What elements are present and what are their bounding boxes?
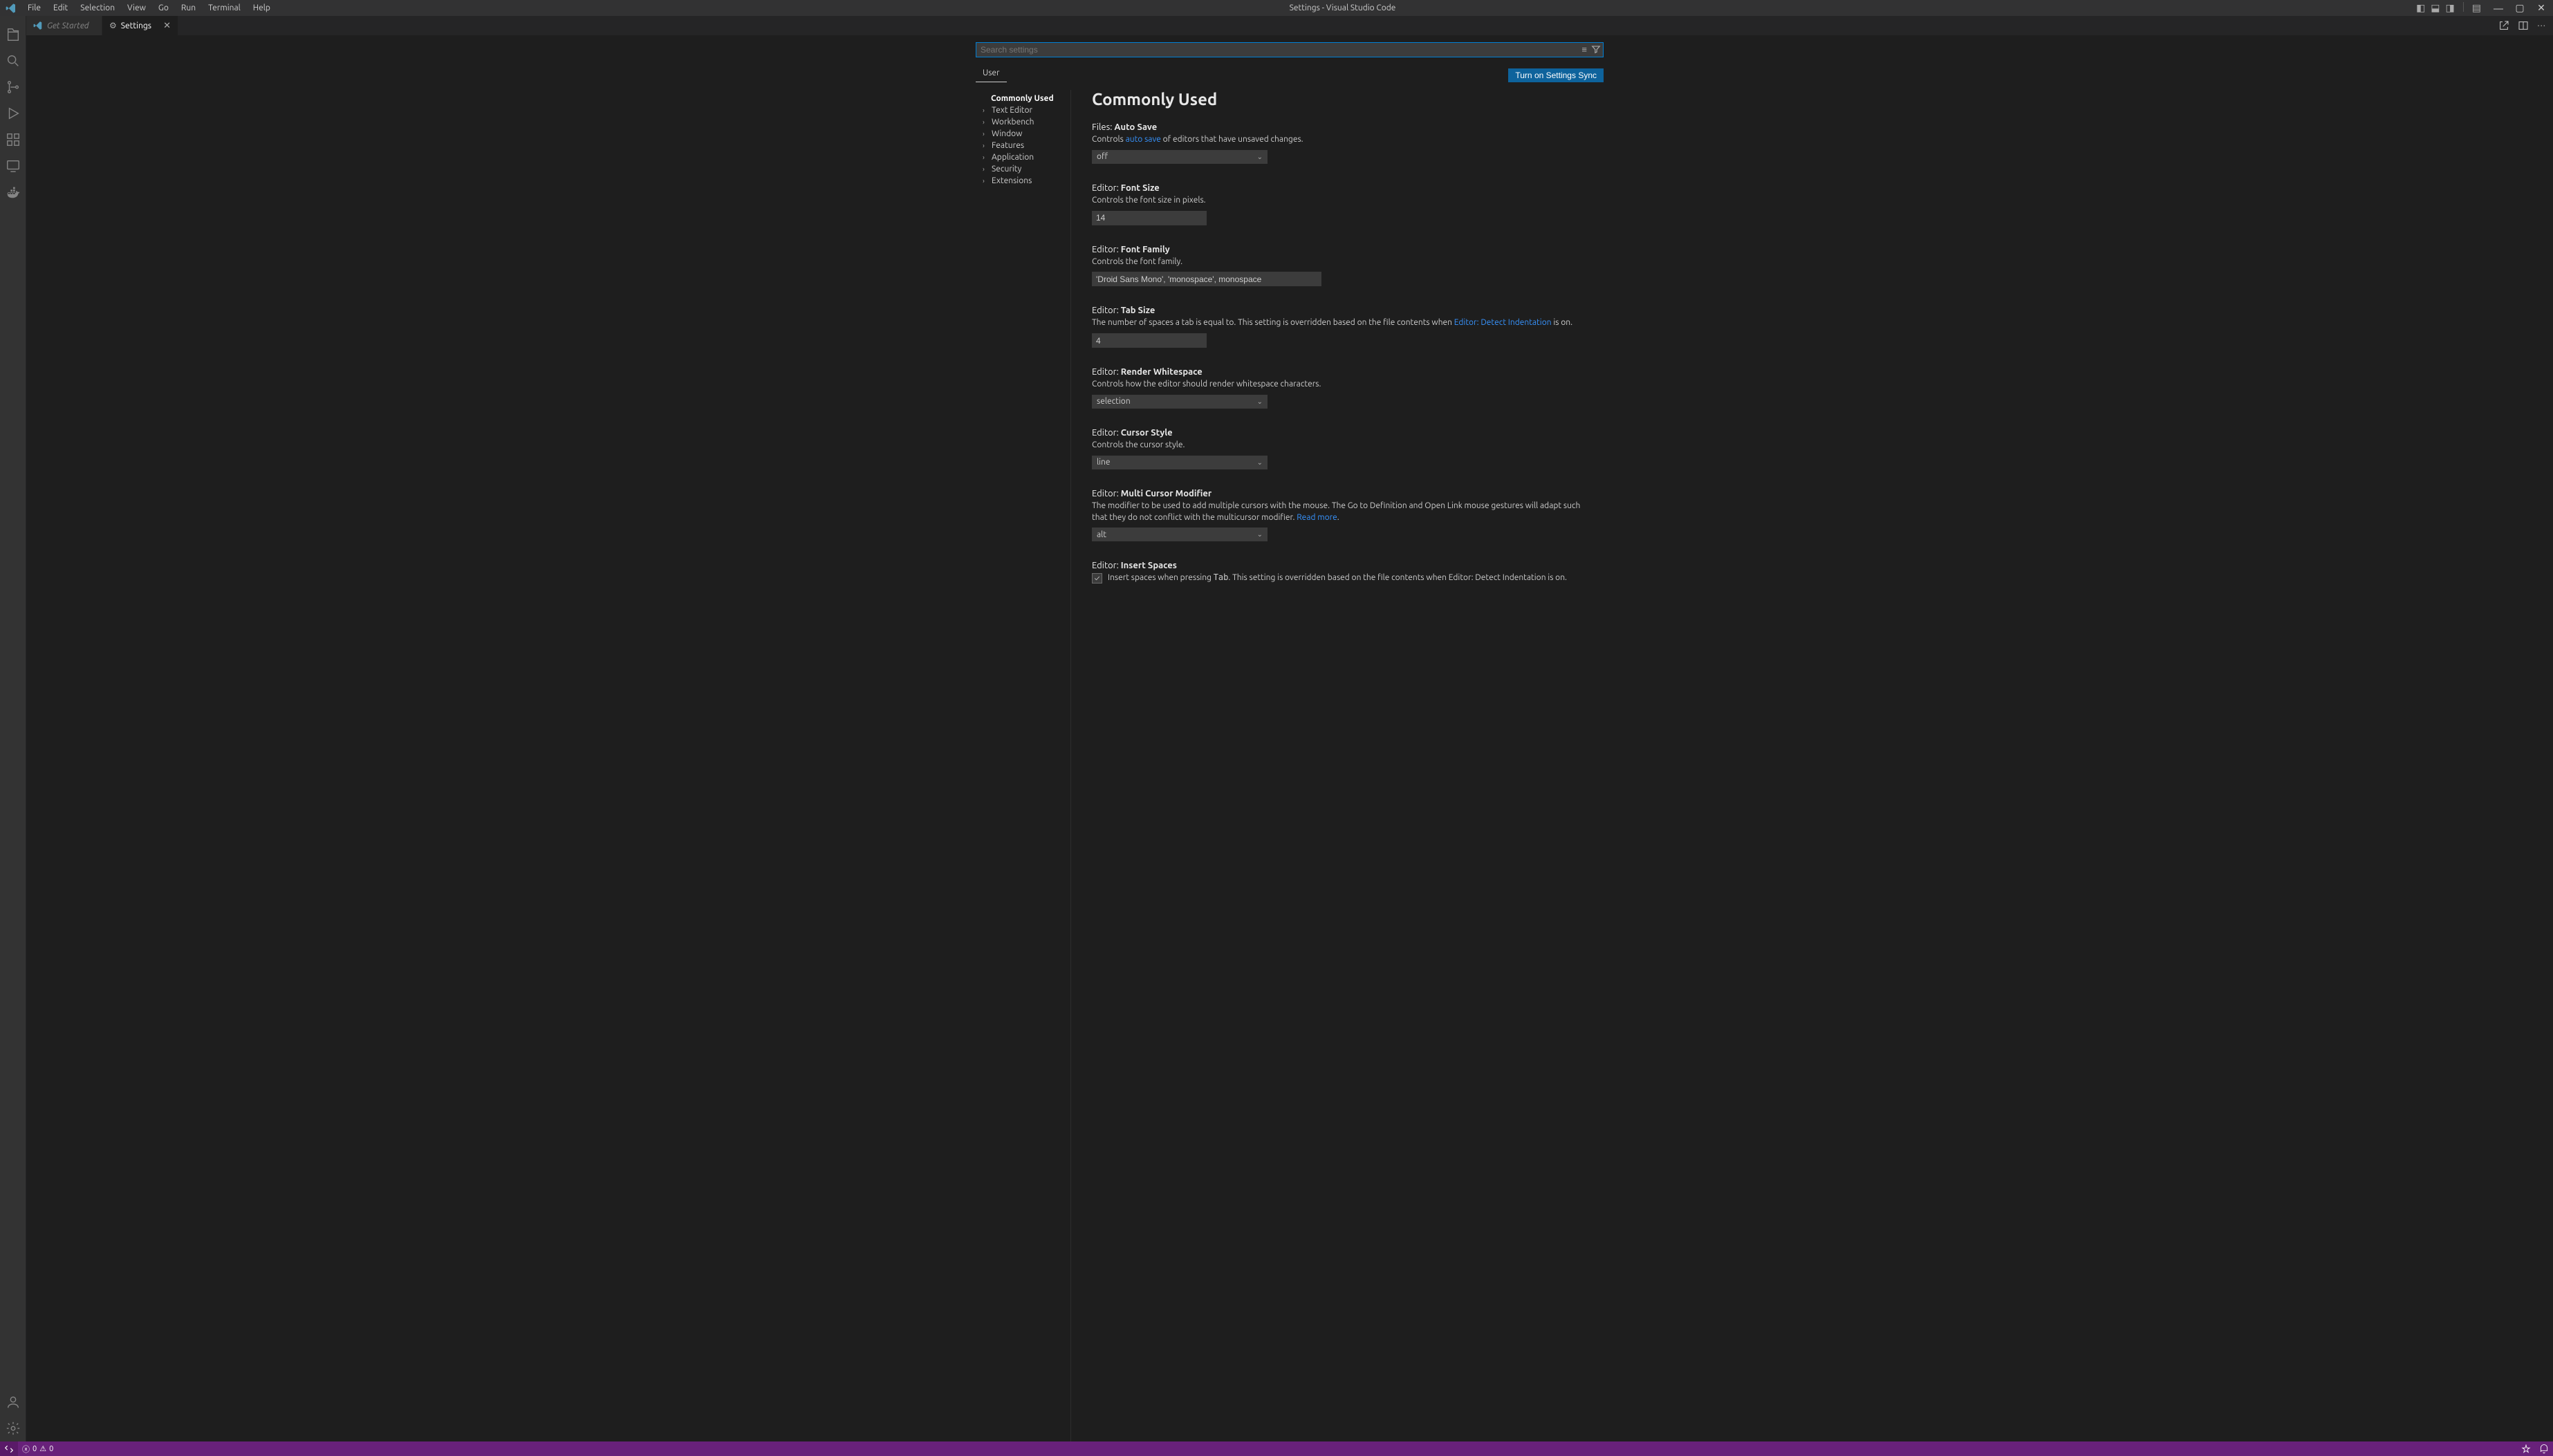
menu-terminal[interactable]: Terminal bbox=[203, 1, 246, 15]
minimize-button[interactable]: — bbox=[2488, 1, 2509, 16]
toc-extensions[interactable]: ›Extensions bbox=[976, 175, 1066, 187]
autosave-dropdown[interactable]: off⌄ bbox=[1092, 150, 1268, 164]
filter-icon[interactable] bbox=[1591, 44, 1601, 55]
readmore-link[interactable]: Read more bbox=[1297, 513, 1337, 522]
tab-settings[interactable]: ⚙ Settings ✕ bbox=[102, 16, 178, 35]
insertspaces-checkbox[interactable]: ✓ bbox=[1092, 573, 1102, 584]
search-icon[interactable] bbox=[0, 48, 26, 74]
menu-file[interactable]: File bbox=[22, 1, 46, 15]
run-debug-icon[interactable] bbox=[0, 100, 26, 127]
settings-gear-icon[interactable] bbox=[0, 1415, 26, 1441]
toggle-primary-sidebar-icon[interactable]: ◧ bbox=[2416, 2, 2425, 14]
settings-icon: ⚙ bbox=[109, 21, 117, 30]
menu-help[interactable]: Help bbox=[248, 1, 276, 15]
problems-status[interactable]: ⓧ0 ⚠0 bbox=[18, 1444, 57, 1455]
toc-application[interactable]: ›Application bbox=[976, 151, 1066, 163]
setting-editor-tabsize: Editor: Tab Size The number of spaces a … bbox=[1092, 306, 1597, 348]
chevron-down-icon: ⌄ bbox=[1257, 530, 1263, 539]
toc-features[interactable]: ›Features bbox=[976, 140, 1066, 151]
editor-actions: ··· bbox=[2491, 16, 2553, 35]
setting-editor-fontsize: Editor: Font Size Controls the font size… bbox=[1092, 183, 1597, 225]
toc-window[interactable]: ›Window bbox=[976, 128, 1066, 140]
open-settings-json-icon[interactable] bbox=[2498, 20, 2509, 31]
chevron-right-icon: › bbox=[983, 177, 990, 185]
fontsize-input[interactable] bbox=[1092, 211, 1207, 225]
error-icon: ⓧ bbox=[22, 1444, 30, 1455]
menu-edit[interactable]: Edit bbox=[48, 1, 73, 15]
chevron-right-icon: › bbox=[983, 142, 990, 149]
fontfamily-input[interactable] bbox=[1092, 272, 1321, 286]
remote-explorer-icon[interactable] bbox=[0, 153, 26, 179]
menubar: File Edit Selection View Go Run Terminal… bbox=[22, 1, 276, 15]
layout-controls: ◧ ⬓ ◨ ▤ bbox=[2409, 2, 2488, 14]
settings-sync-button[interactable]: Turn on Settings Sync bbox=[1508, 68, 1604, 82]
toggle-secondary-sidebar-icon[interactable]: ◨ bbox=[2446, 2, 2455, 14]
chevron-right-icon: › bbox=[983, 130, 990, 138]
more-actions-icon[interactable]: ··· bbox=[2537, 21, 2546, 30]
setting-editor-fontfamily: Editor: Font Family Controls the font fa… bbox=[1092, 245, 1597, 287]
setting-editor-insertspaces: Editor: Insert Spaces ✓ Insert spaces wh… bbox=[1092, 561, 1597, 584]
notifications-icon[interactable] bbox=[2535, 1444, 2553, 1454]
warning-icon: ⚠ bbox=[39, 1444, 46, 1453]
tab-label: Get Started bbox=[47, 21, 89, 30]
toc-security[interactable]: ›Security bbox=[976, 163, 1066, 175]
editor-area: Get Started ⚙ Settings ✕ ··· ≡ bbox=[26, 16, 2553, 1441]
settings-list[interactable]: Commonly Used Files: Auto Save Controls … bbox=[1071, 90, 1604, 1441]
titlebar: File Edit Selection View Go Run Terminal… bbox=[0, 0, 2553, 16]
cursorstyle-dropdown[interactable]: line⌄ bbox=[1092, 456, 1268, 469]
customize-layout-icon[interactable]: ▤ bbox=[2472, 2, 2481, 14]
window-controls: — ▢ ✕ bbox=[2488, 0, 2553, 16]
maximize-button[interactable]: ▢ bbox=[2509, 0, 2530, 16]
split-editor-icon[interactable] bbox=[2518, 20, 2529, 31]
detect-indentation-link[interactable]: Editor: Detect Indentation bbox=[1449, 573, 1546, 582]
section-heading: Commonly Used bbox=[1092, 90, 1604, 109]
accounts-icon[interactable] bbox=[0, 1389, 26, 1415]
chevron-right-icon: › bbox=[983, 118, 990, 126]
toggle-panel-icon[interactable]: ⬓ bbox=[2431, 2, 2440, 14]
whitespace-dropdown[interactable]: selection⌄ bbox=[1092, 395, 1268, 409]
window-title: Settings - Visual Studio Code bbox=[276, 3, 2409, 12]
scope-tab-user[interactable]: User bbox=[976, 64, 1007, 82]
toc-workbench[interactable]: ›Workbench bbox=[976, 116, 1066, 128]
menu-run[interactable]: Run bbox=[176, 1, 201, 15]
activity-bar bbox=[0, 16, 26, 1441]
close-icon[interactable]: ✕ bbox=[163, 21, 171, 31]
explorer-icon[interactable] bbox=[0, 21, 26, 48]
source-control-icon[interactable] bbox=[0, 74, 26, 100]
chevron-down-icon: ⌄ bbox=[1257, 153, 1263, 161]
setting-editor-renderwhitespace: Editor: Render Whitespace Controls how t… bbox=[1092, 367, 1597, 409]
tab-get-started[interactable]: Get Started bbox=[26, 16, 102, 35]
vscode-icon bbox=[6, 3, 17, 14]
chevron-right-icon: › bbox=[983, 106, 990, 114]
tab-bar: Get Started ⚙ Settings ✕ ··· bbox=[26, 16, 2553, 35]
menu-selection[interactable]: Selection bbox=[75, 1, 120, 15]
menu-view[interactable]: View bbox=[122, 1, 151, 15]
close-button[interactable]: ✕ bbox=[2531, 0, 2552, 16]
autosave-link[interactable]: auto save bbox=[1126, 135, 1161, 144]
detect-indentation-link[interactable]: Editor: Detect Indentation bbox=[1454, 318, 1552, 327]
clear-search-icon[interactable]: ≡ bbox=[1581, 44, 1587, 55]
chevron-right-icon: › bbox=[983, 153, 990, 161]
feedback-icon[interactable] bbox=[2517, 1444, 2535, 1454]
settings-editor: ≡ User Turn on Settings Sync Commonly Us… bbox=[26, 35, 2553, 1441]
multicursor-dropdown[interactable]: alt⌄ bbox=[1092, 528, 1268, 541]
setting-editor-multicursor: Editor: Multi Cursor Modifier The modifi… bbox=[1092, 489, 1597, 542]
setting-editor-cursorstyle: Editor: Cursor Style Controls the cursor… bbox=[1092, 428, 1597, 469]
vscode-icon bbox=[33, 21, 43, 30]
setting-files-autosave: Files: Auto Save Controls auto save of e… bbox=[1092, 122, 1597, 164]
tabsize-input[interactable] bbox=[1092, 333, 1207, 348]
chevron-down-icon: ⌄ bbox=[1257, 398, 1263, 406]
menu-go[interactable]: Go bbox=[153, 1, 174, 15]
toc-text-editor[interactable]: ›Text Editor bbox=[976, 104, 1066, 116]
remote-indicator[interactable] bbox=[0, 1441, 18, 1456]
docker-icon[interactable] bbox=[0, 179, 26, 205]
status-bar: ⓧ0 ⚠0 bbox=[0, 1441, 2553, 1456]
chevron-down-icon: ⌄ bbox=[1257, 458, 1263, 467]
chevron-right-icon: › bbox=[983, 165, 990, 173]
toc-commonly-used[interactable]: Commonly Used bbox=[976, 93, 1066, 104]
tab-label: Settings bbox=[121, 21, 151, 30]
settings-toc: Commonly Used ›Text Editor ›Workbench ›W… bbox=[976, 90, 1071, 1441]
settings-search-input[interactable] bbox=[976, 42, 1604, 57]
extensions-icon[interactable] bbox=[0, 127, 26, 153]
